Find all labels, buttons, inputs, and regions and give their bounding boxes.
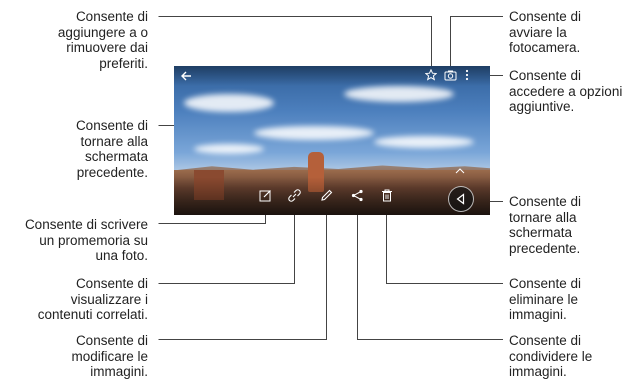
share-icon[interactable] bbox=[351, 189, 364, 202]
annotation-back: Consente di tornare alla schermata prece… bbox=[75, 118, 148, 180]
back-arrow-icon[interactable] bbox=[180, 70, 192, 82]
line-share bbox=[357, 194, 503, 340]
photo-cloud bbox=[184, 94, 274, 112]
star-icon[interactable] bbox=[425, 69, 437, 81]
photo-cloud bbox=[254, 126, 374, 140]
photo-cloud bbox=[194, 144, 264, 154]
chevron-up-icon[interactable] bbox=[455, 168, 465, 174]
photo-cloud bbox=[374, 136, 474, 148]
annotation-related: Consente di visualizzare i contenuti cor… bbox=[37, 276, 148, 322]
top-toolbar bbox=[174, 66, 490, 86]
annotation-delete: Consente di eliminare le immagini. bbox=[509, 276, 582, 322]
line-camera bbox=[450, 16, 503, 68]
link-icon[interactable] bbox=[288, 189, 301, 202]
annotation-share: Consente di condividere le immagini. bbox=[509, 333, 593, 379]
annotation-nav-back: Consente di tornare alla schermata prece… bbox=[509, 194, 582, 256]
annotation-more-options: Consente di accedere a opzioni aggiuntiv… bbox=[509, 68, 623, 114]
pencil-icon[interactable] bbox=[320, 189, 333, 202]
trash-icon[interactable] bbox=[381, 189, 393, 202]
line-edit bbox=[158, 194, 327, 340]
camera-icon[interactable] bbox=[444, 69, 457, 81]
annotation-favorite: Consente di aggiungere a o rimuovere dai… bbox=[57, 9, 148, 71]
line-favorite bbox=[158, 16, 432, 68]
annotation-edit: Consente di modificare le immagini. bbox=[71, 333, 148, 379]
more-vert-icon[interactable] bbox=[464, 69, 470, 81]
photo-viewer-screen bbox=[174, 66, 490, 215]
annotation-camera: Consente di avviare la fotocamera. bbox=[509, 9, 582, 55]
photo-cloud bbox=[344, 86, 454, 102]
annotation-memo: Consente di scrivere un promemoria su un… bbox=[24, 217, 148, 263]
memo-edit-icon[interactable] bbox=[259, 189, 272, 202]
triangle-back-icon[interactable] bbox=[448, 186, 474, 212]
